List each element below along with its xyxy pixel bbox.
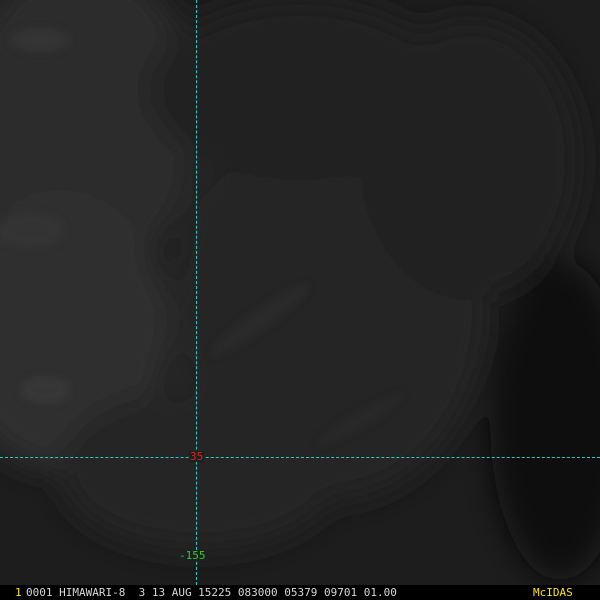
longitude-label: -155 [178, 549, 207, 562]
status-bar: 1 0001 HIMAWARI-8 3 13 AUG 15225 083000 … [0, 585, 600, 600]
brand-label: McIDAS [533, 586, 573, 599]
satellite-image-viewer: 35 -155 1 0001 HIMAWARI-8 3 13 AUG 15225… [0, 0, 600, 600]
satellite-imagery [0, 0, 600, 585]
frame-number: 1 [15, 586, 22, 599]
image-info-text: 0001 HIMAWARI-8 3 13 AUG 15225 083000 05… [26, 586, 397, 599]
latitude-label: 35 [189, 450, 205, 463]
longitude-grid-line [196, 0, 197, 585]
latitude-grid-line [0, 457, 600, 458]
